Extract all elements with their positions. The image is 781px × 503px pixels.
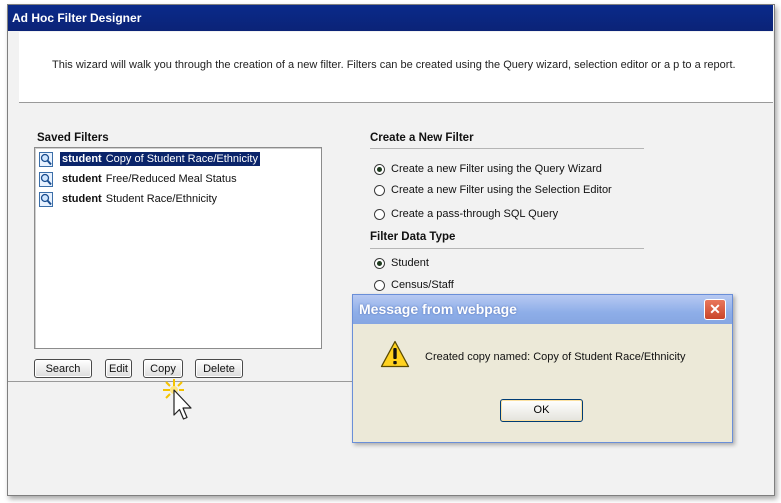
intro-text: This wizard will walk you through the cr… <box>52 59 736 71</box>
pointer-cursor-icon <box>160 377 200 423</box>
magnifier-document-icon <box>39 151 54 167</box>
create-filter-title: Create a New Filter <box>370 132 474 144</box>
radio-census-staff[interactable] <box>374 279 385 291</box>
delete-button[interactable]: Delete <box>195 359 243 378</box>
option-label: Create a pass-through SQL Query <box>391 208 559 220</box>
ok-button[interactable]: OK <box>500 399 583 422</box>
close-icon[interactable]: ✕ <box>704 299 726 320</box>
filter-name: Copy of Student Race/Ethnicity <box>105 153 258 165</box>
option-label: Create a new Filter using the Query Wiza… <box>391 163 602 175</box>
radio-query-wizard[interactable] <box>374 163 385 175</box>
filter-name: Student Race/Ethnicity <box>105 193 218 205</box>
option-label: Create a new Filter using the Selection … <box>391 184 612 196</box>
radio-student[interactable] <box>374 257 385 269</box>
window-title: Ad Hoc Filter Designer <box>8 5 773 31</box>
option-label: Student <box>391 257 429 269</box>
message-dialog: Message from webpage ✕ Created copy name… <box>352 294 733 443</box>
warning-triangle-icon <box>380 340 410 368</box>
filter-name: Free/Reduced Meal Status <box>105 173 237 185</box>
option-sql-query[interactable]: Create a pass-through SQL Query <box>374 208 558 220</box>
saved-filter-item[interactable]: student Free/Reduced Meal Status <box>39 171 239 187</box>
saved-filter-item[interactable]: student Student Race/Ethnicity <box>39 191 219 207</box>
option-census-staff[interactable]: Census/Staff <box>374 279 454 291</box>
filter-type: student <box>62 193 102 205</box>
filter-data-type-divider <box>370 248 644 249</box>
search-button[interactable]: Search <box>34 359 92 378</box>
radio-sql-query[interactable] <box>374 208 385 220</box>
intro-panel: This wizard will walk you through the cr… <box>19 32 773 103</box>
filter-data-type-title: Filter Data Type <box>370 231 456 243</box>
edit-button[interactable]: Edit <box>105 359 132 378</box>
option-label: Census/Staff <box>391 279 454 291</box>
filter-type: student <box>62 173 102 185</box>
option-student[interactable]: Student <box>374 257 429 269</box>
magnifier-document-icon <box>39 171 54 187</box>
create-filter-divider <box>370 148 644 149</box>
filter-type: student <box>62 153 102 165</box>
option-selection-editor[interactable]: Create a new Filter using the Selection … <box>374 184 612 196</box>
saved-filter-item[interactable]: student Copy of Student Race/Ethnicity <box>39 151 260 167</box>
magnifier-document-icon <box>39 191 54 207</box>
saved-filters-title: Saved Filters <box>37 132 109 144</box>
copy-button[interactable]: Copy <box>143 359 183 378</box>
saved-filters-list[interactable]: student Copy of Student Race/Ethnicity st… <box>34 147 322 349</box>
dialog-message: Created copy named: Copy of Student Race… <box>425 351 686 363</box>
radio-selection-editor[interactable] <box>374 184 385 196</box>
option-query-wizard[interactable]: Create a new Filter using the Query Wiza… <box>374 163 602 175</box>
dialog-title: Message from webpage <box>353 295 732 324</box>
